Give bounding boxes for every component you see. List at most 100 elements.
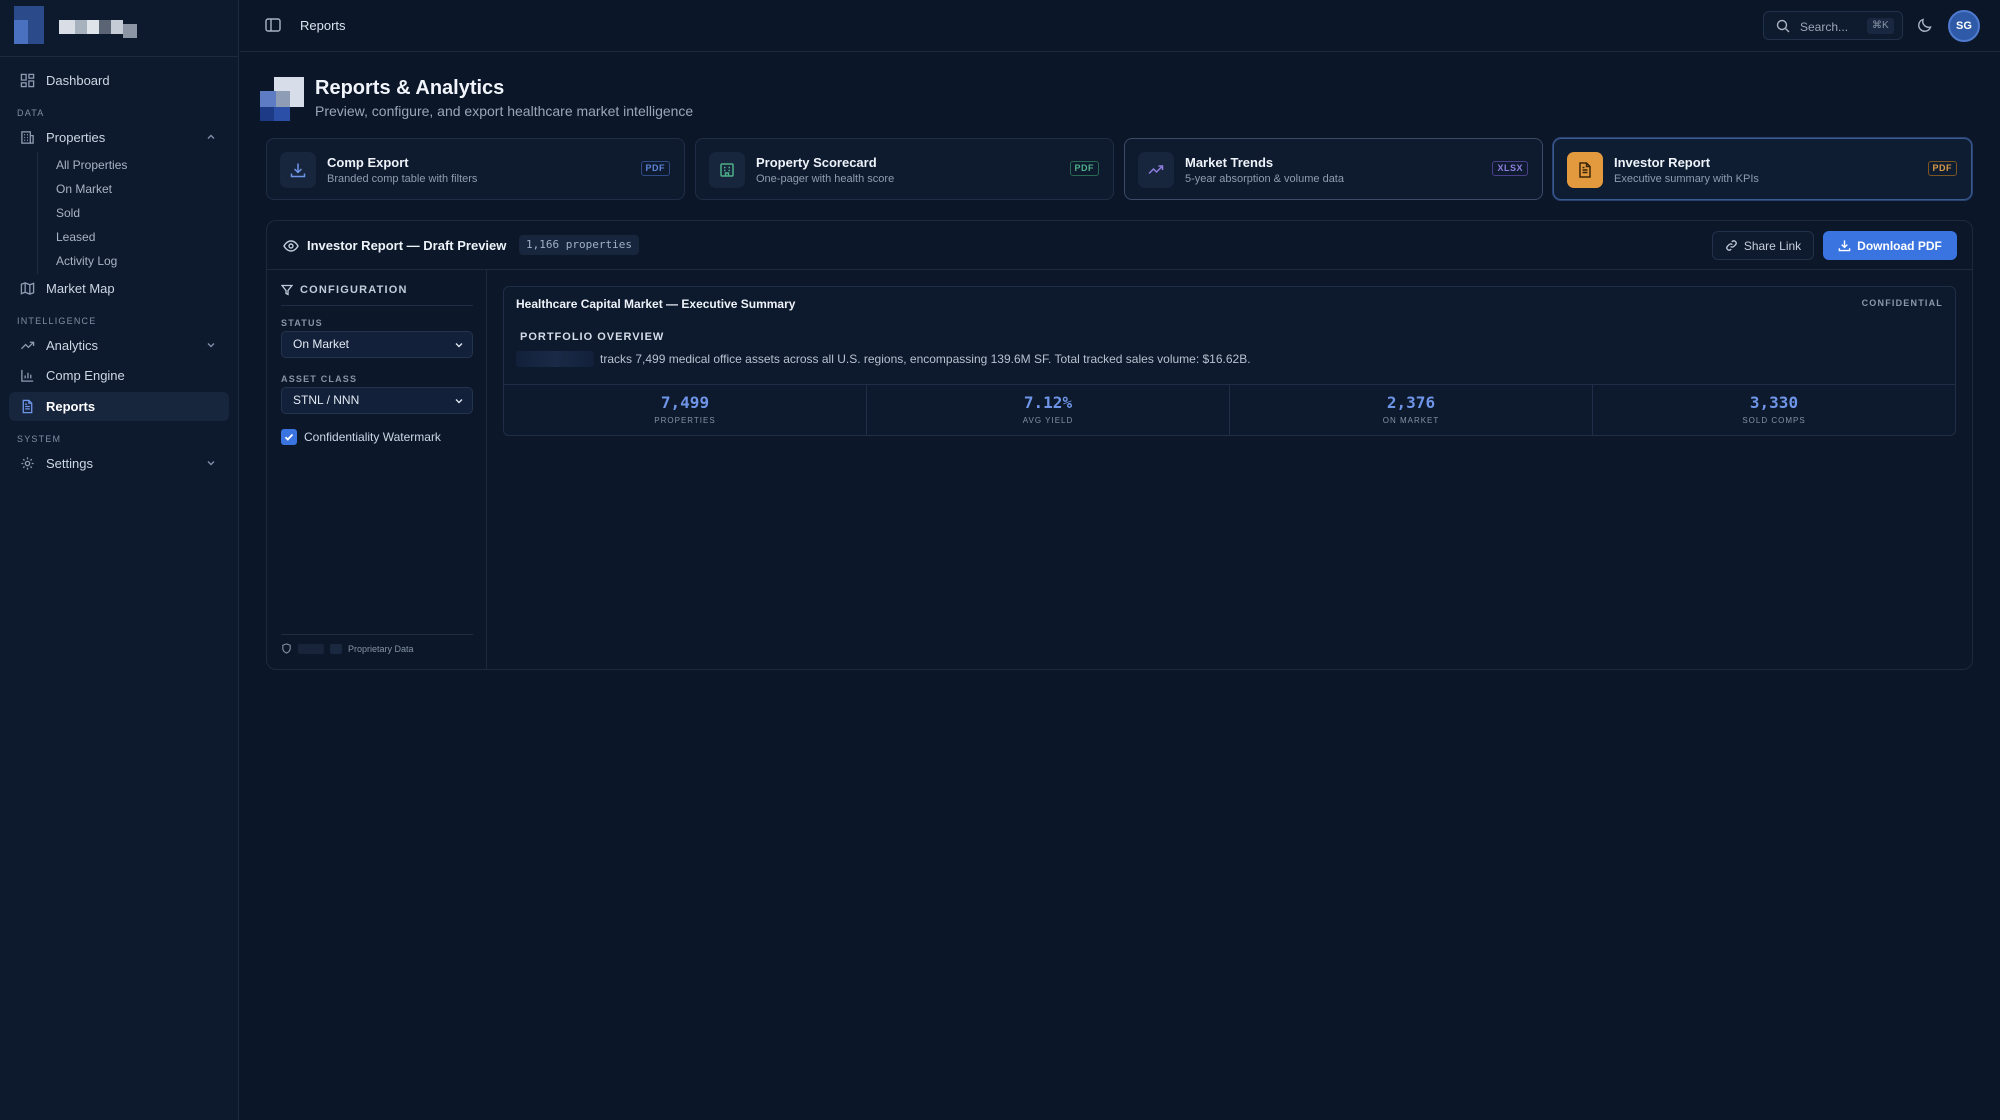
asset-class-select-value: STNL / NNN <box>293 393 360 407</box>
bar-chart-icon <box>19 368 35 384</box>
sidebar-item-reports[interactable]: Reports <box>9 392 229 421</box>
sidebar-item-label: Market Map <box>46 281 115 296</box>
report-card-name: Market Trends <box>1185 155 1274 170</box>
building-icon <box>19 130 35 146</box>
summary-title: Healthcare Capital Market — Executive Su… <box>516 297 796 311</box>
kpi-on-market: 2,376 ON MARKET <box>1230 385 1593 436</box>
sidebar-subitem-on-market[interactable]: On Market <box>56 182 112 196</box>
report-card-name: Property Scorecard <box>756 155 877 170</box>
status-label: STATUS <box>281 318 323 328</box>
kpi-label: SOLD COMPS <box>1742 416 1806 425</box>
report-card-desc: Branded comp table with filters <box>327 173 478 185</box>
kpi-value: 3,330 <box>1749 393 1799 412</box>
kpi-value: 7,499 <box>660 393 710 412</box>
download-pdf-button[interactable]: Download PDF <box>1823 231 1957 260</box>
sidebar-subitem-all-properties[interactable]: All Properties <box>56 158 127 172</box>
sidebar-item-label: Dashboard <box>46 73 110 88</box>
preview-header: Investor Report — Draft Preview 1,166 pr… <box>267 221 1972 270</box>
report-card-property-scorecard[interactable]: Property Scorecard One-pager with health… <box>695 138 1114 200</box>
sidebar-item-properties[interactable]: Properties <box>9 123 229 152</box>
sidebar-item-label: Comp Engine <box>46 368 125 383</box>
trending-up-icon <box>19 338 35 354</box>
sidebar-item-dashboard[interactable]: Dashboard <box>9 66 229 95</box>
report-card-market-trends[interactable]: Market Trends 5-year absorption & volume… <box>1124 138 1543 200</box>
chevron-down-icon[interactable] <box>205 457 217 469</box>
kpi-label: ON MARKET <box>1382 416 1440 425</box>
chevron-down-icon[interactable] <box>205 339 217 351</box>
search-shortcut: ⌘K <box>1867 18 1894 34</box>
redacted-text <box>298 643 324 654</box>
watermark-checkbox[interactable]: Confidentiality Watermark <box>281 429 441 445</box>
download-icon <box>1838 240 1851 252</box>
search-icon <box>1776 19 1790 33</box>
sidebar-item-market-map[interactable]: Market Map <box>9 274 229 303</box>
section-label-intelligence: INTELLIGENCE <box>17 316 97 326</box>
report-card-comp-export[interactable]: Comp Export Branded comp table with filt… <box>266 138 685 200</box>
kpi-sold-comps: 3,330 SOLD COMPS <box>1593 385 1955 436</box>
sidebar-item-label: Properties <box>46 130 106 145</box>
configuration-title-text: CONFIGURATION <box>300 284 408 296</box>
configuration-title: CONFIGURATION <box>281 284 408 296</box>
search-input[interactable]: Search... ⌘K <box>1763 11 1903 40</box>
report-card-name: Investor Report <box>1614 155 1711 170</box>
executive-summary-card: Healthcare Capital Market — Executive Su… <box>503 286 1956 436</box>
sidebar-item-label: Reports <box>46 399 96 414</box>
sidebar-item-comp-engine[interactable]: Comp Engine <box>9 361 229 390</box>
format-badge: PDF <box>1069 161 1099 176</box>
configuration-panel: CONFIGURATION STATUS On Market ASSET CLA… <box>267 270 487 670</box>
report-card-name: Comp Export <box>327 155 409 170</box>
document-icon <box>1567 152 1603 188</box>
proprietary-data-label: Proprietary Data <box>348 643 414 654</box>
asset-class-select[interactable]: STNL / NNN <box>281 387 473 414</box>
divider <box>281 305 473 306</box>
sidebar-subitem-sold[interactable]: Sold <box>56 206 80 220</box>
portfolio-overview-text: tracks 7,499 medical office assets acros… <box>516 351 1251 367</box>
chevron-up-icon[interactable] <box>205 131 217 143</box>
redacted-text <box>330 643 342 654</box>
format-badge: PDF <box>1927 161 1957 176</box>
report-card-desc: One-pager with health score <box>756 173 895 185</box>
building-icon <box>709 152 745 188</box>
moon-icon[interactable] <box>1916 16 1934 34</box>
shield-icon <box>282 643 291 654</box>
link-icon <box>1726 240 1737 251</box>
share-link-label: Share Link <box>1743 238 1802 253</box>
status-select-value: On Market <box>293 337 350 351</box>
overview-sentence: tracks 7,499 medical office assets acros… <box>600 352 1251 366</box>
topbar: Reports Search... ⌘K SG <box>240 0 2000 52</box>
map-icon <box>19 281 35 297</box>
report-card-investor-report[interactable]: Investor Report Executive summary with K… <box>1553 138 1972 200</box>
config-footer: Proprietary Data <box>281 643 414 654</box>
brand-logo[interactable] <box>14 6 154 46</box>
format-badge: XLSX <box>1492 161 1528 176</box>
share-link-button[interactable]: Share Link <box>1712 231 1814 260</box>
page-subtitle: Preview, configure, and export healthcar… <box>315 103 694 119</box>
sidebar-item-label: Settings <box>46 456 93 471</box>
kpi-properties: 7,499 PROPERTIES <box>504 385 867 436</box>
confidential-label: CONFIDENTIAL <box>1861 298 1943 308</box>
property-count-badge: 1,166 properties <box>519 235 639 255</box>
search-placeholder: Search... <box>1800 20 1849 34</box>
sidebar-subitem-activity-log[interactable]: Activity Log <box>56 254 117 268</box>
sidebar-toggle-icon[interactable] <box>264 16 282 34</box>
divider <box>281 634 473 635</box>
sidebar-subitem-leased[interactable]: Leased <box>56 230 95 244</box>
filter-icon <box>281 284 293 296</box>
eye-icon <box>283 240 299 252</box>
page-title: Reports & Analytics <box>315 77 505 99</box>
trending-up-icon <box>1138 152 1174 188</box>
sidebar-item-analytics[interactable]: Analytics <box>9 331 229 360</box>
watermark-label: Confidentiality Watermark <box>304 430 441 444</box>
reports-logo <box>260 77 304 121</box>
document-icon <box>19 399 35 415</box>
dashboard-icon <box>19 73 35 89</box>
section-label-system: SYSTEM <box>17 434 62 444</box>
submenu-guide-line <box>37 152 38 274</box>
sidebar-divider <box>0 56 239 57</box>
sidebar-item-settings[interactable]: Settings <box>9 449 229 478</box>
status-select[interactable]: On Market <box>281 331 473 358</box>
avatar[interactable]: SG <box>1948 10 1980 42</box>
asset-class-label: ASSET CLASS <box>281 374 358 384</box>
preview-title: Investor Report — Draft Preview <box>307 238 507 253</box>
sidebar-item-label: Analytics <box>46 338 99 353</box>
